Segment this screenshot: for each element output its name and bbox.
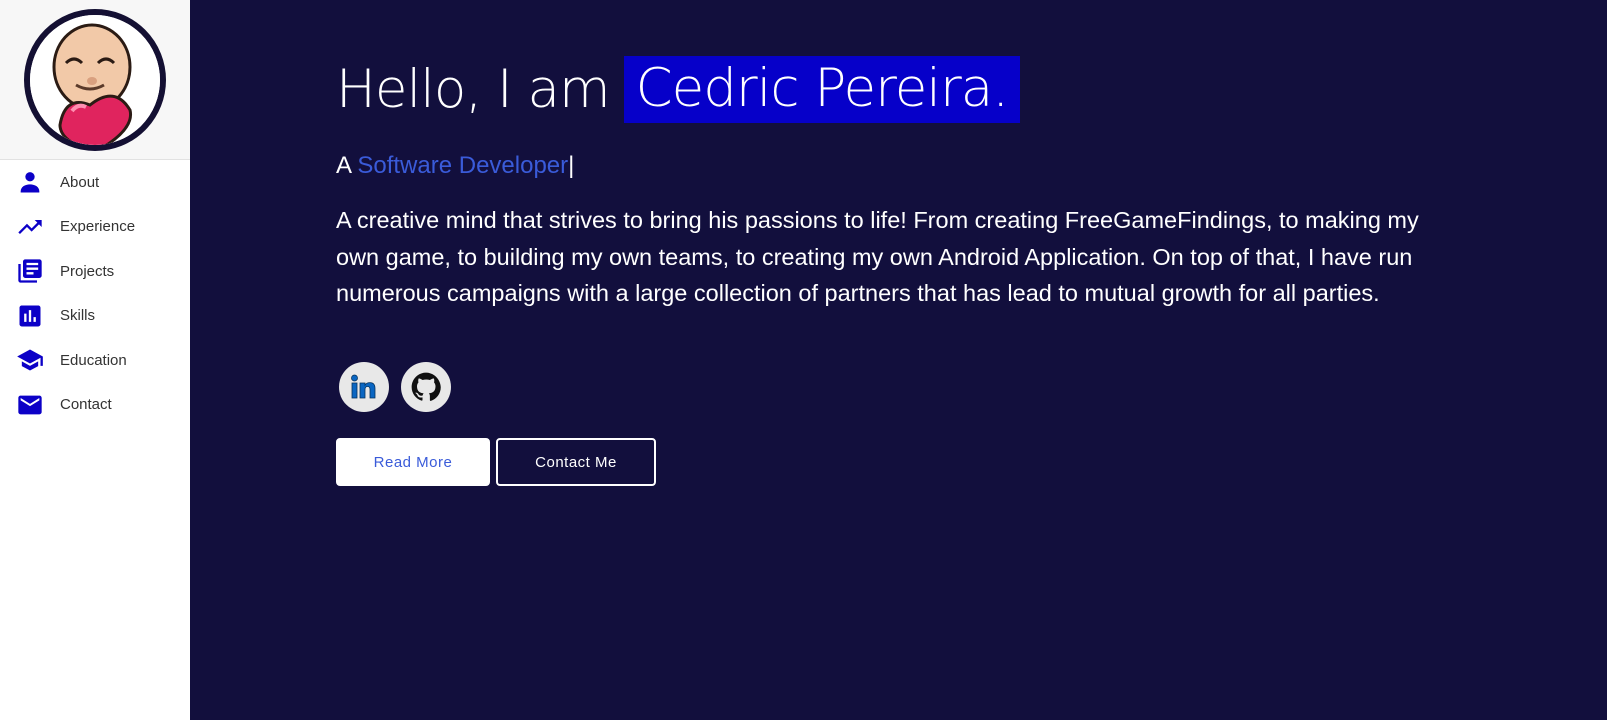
hero-greeting: Hello, I am	[336, 59, 611, 120]
github-link[interactable]	[401, 362, 451, 412]
hero-name: Cedric Pereira.	[623, 56, 1021, 123]
graduation-cap-icon	[16, 346, 44, 374]
hero-subtitle: A Software Developer|	[336, 152, 574, 180]
bar-chart-icon	[16, 302, 44, 330]
library-books-icon	[16, 257, 44, 285]
sidebar-item-skills[interactable]: Skills	[0, 294, 190, 339]
main-content: Hello, I am Cedric Pereira. A Software D…	[190, 0, 1607, 720]
hero-title: Hello, I am Cedric Pereira.	[336, 56, 1021, 123]
sidebar-item-label: Experience	[60, 218, 136, 236]
sidebar-item-label: Education	[60, 351, 127, 369]
sidebar-nav: About Experience Projects Skills Educati…	[0, 160, 190, 427]
mail-icon	[16, 391, 44, 419]
typing-cursor: |	[568, 152, 575, 179]
subtitle-prefix: A	[336, 152, 351, 179]
trending-up-icon	[16, 213, 44, 241]
sidebar-item-label: About	[60, 173, 100, 191]
avatar-container	[0, 0, 190, 160]
contact-me-button[interactable]: Contact Me	[496, 438, 656, 486]
sidebar-item-contact[interactable]: Contact	[0, 383, 190, 428]
person-icon	[16, 168, 44, 196]
sidebar-item-about[interactable]: About	[0, 160, 190, 205]
linkedin-icon	[351, 374, 376, 399]
avatar-illustration	[30, 14, 160, 145]
sidebar-item-label: Projects	[60, 262, 115, 280]
sidebar-item-experience[interactable]: Experience	[0, 205, 190, 250]
sidebar-item-label: Contact	[60, 396, 112, 414]
sidebar: About Experience Projects Skills Educati…	[0, 0, 190, 720]
sidebar-item-label: Skills	[60, 307, 96, 325]
read-more-button[interactable]: Read More	[336, 438, 490, 486]
sidebar-item-education[interactable]: Education	[0, 338, 190, 383]
linkedin-link[interactable]	[339, 362, 389, 412]
sidebar-item-projects[interactable]: Projects	[0, 249, 190, 294]
bio-text: A creative mind that strives to bring hi…	[336, 207, 1419, 306]
github-icon	[411, 372, 441, 401]
role-text: Software Developer	[357, 152, 569, 179]
social-links	[339, 362, 451, 412]
avatar[interactable]	[24, 8, 166, 151]
hero-actions: Read More Contact Me	[336, 438, 656, 486]
